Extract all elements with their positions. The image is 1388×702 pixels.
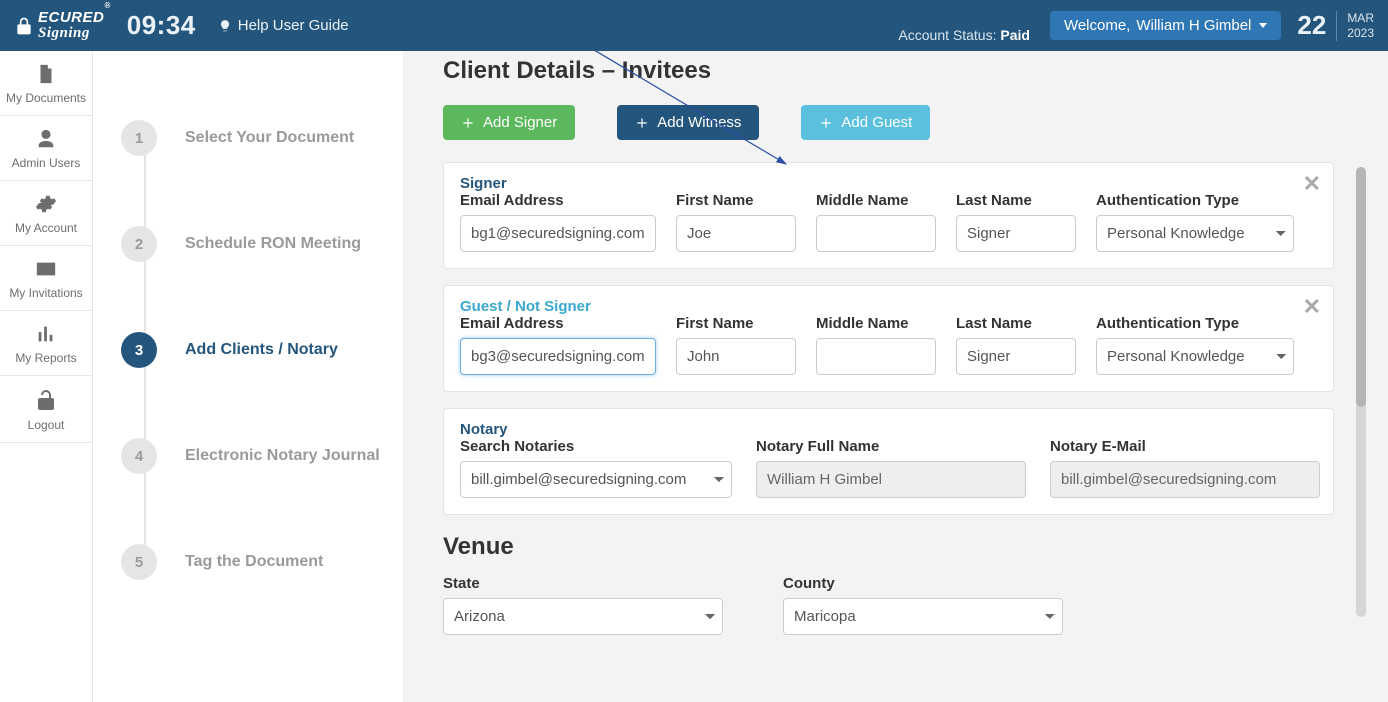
notary-email-input — [1050, 461, 1320, 498]
signer-middle-input[interactable] — [816, 215, 936, 252]
guest-first-input[interactable] — [676, 338, 796, 375]
wizard-stepper: 1 Select Your Document 2 Schedule RON Me… — [93, 51, 403, 702]
caret-down-icon — [1259, 23, 1267, 28]
signer-email-input[interactable] — [460, 215, 656, 252]
guest-last-input[interactable] — [956, 338, 1076, 375]
nav-my-account[interactable]: My Account — [0, 181, 92, 246]
welcome-dropdown[interactable]: Welcome, William H Gimbel — [1050, 11, 1281, 40]
guest-middle-input[interactable] — [816, 338, 936, 375]
notary-card: Notary Search Notaries bill.gimbel@secur… — [443, 408, 1334, 515]
help-label: Help User Guide — [238, 17, 349, 34]
top-header: ECURED® Signing 09:34 Help User Guide Ac… — [0, 0, 1388, 51]
nav-my-documents[interactable]: My Documents — [0, 51, 92, 116]
notary-heading: Notary — [460, 421, 1317, 438]
date-box: 22 MAR 2023 — [1297, 10, 1374, 41]
add-guest-button[interactable]: Add Guest — [801, 105, 930, 140]
signer-last-input[interactable] — [956, 215, 1076, 252]
date-day: 22 — [1297, 10, 1326, 41]
signer-heading: Signer — [460, 175, 1317, 192]
brand-line1: ECURED — [38, 9, 104, 26]
signer-auth-select[interactable]: Personal Knowledge — [1096, 215, 1294, 252]
nav-my-invitations[interactable]: My Invitations — [0, 246, 92, 311]
guest-heading: Guest / Not Signer — [460, 298, 1317, 315]
step-5[interactable]: 5 Tag the Document — [121, 509, 381, 615]
file-icon — [35, 63, 57, 85]
remove-guest-button[interactable]: ✕ — [1303, 294, 1321, 320]
help-link[interactable]: Help User Guide — [218, 17, 349, 34]
signer-first-input[interactable] — [676, 215, 796, 252]
nav-logout[interactable]: Logout — [0, 376, 92, 443]
add-signer-button[interactable]: Add Signer — [443, 105, 575, 140]
step-2[interactable]: 2 Schedule RON Meeting — [121, 191, 381, 297]
nav-my-reports[interactable]: My Reports — [0, 311, 92, 376]
plus-icon — [819, 116, 833, 130]
scrollbar[interactable] — [1356, 167, 1366, 617]
envelope-icon — [35, 258, 57, 280]
remove-signer-button[interactable]: ✕ — [1303, 171, 1321, 197]
page-title: Client Details – Invitees — [443, 57, 1334, 85]
guest-email-input[interactable] — [460, 338, 656, 375]
plus-icon — [461, 116, 475, 130]
lightbulb-icon — [218, 19, 232, 33]
bar-chart-icon — [35, 323, 57, 345]
brand-line2: Signing — [38, 25, 90, 41]
date-month: MAR — [1347, 11, 1374, 25]
venue-state-select[interactable]: Arizona — [443, 598, 723, 635]
gear-icon — [35, 193, 57, 215]
guest-card: ✕ Guest / Not Signer Email Address First… — [443, 285, 1334, 392]
notary-search-select[interactable]: bill.gimbel@securedsigning.com — [460, 461, 732, 498]
main-panel: Client Details – Invitees Add Signer Add… — [403, 51, 1388, 702]
guest-auth-select[interactable]: Personal Knowledge — [1096, 338, 1294, 375]
side-nav: My Documents Admin Users My Account My I… — [0, 51, 93, 702]
step-1[interactable]: 1 Select Your Document — [121, 85, 381, 191]
signer-card: ✕ Signer Email Address First Name Middle… — [443, 162, 1334, 269]
step-4[interactable]: 4 Electronic Notary Journal — [121, 403, 381, 509]
unlock-icon — [34, 388, 58, 412]
clock: 09:34 — [127, 10, 196, 41]
lock-icon — [14, 16, 34, 36]
date-year: 2023 — [1347, 26, 1374, 40]
account-status: Account Status: Paid — [898, 27, 1030, 43]
user-icon — [35, 128, 57, 150]
notary-name-input — [756, 461, 1026, 498]
add-witness-button[interactable]: Add Witness — [617, 105, 759, 140]
venue-county-select[interactable]: Maricopa — [783, 598, 1063, 635]
plus-icon — [635, 116, 649, 130]
app-logo: ECURED® Signing — [14, 10, 111, 41]
nav-admin-users[interactable]: Admin Users — [0, 116, 92, 181]
venue-title: Venue — [443, 533, 1334, 561]
step-3[interactable]: 3 Add Clients / Notary — [121, 297, 381, 403]
